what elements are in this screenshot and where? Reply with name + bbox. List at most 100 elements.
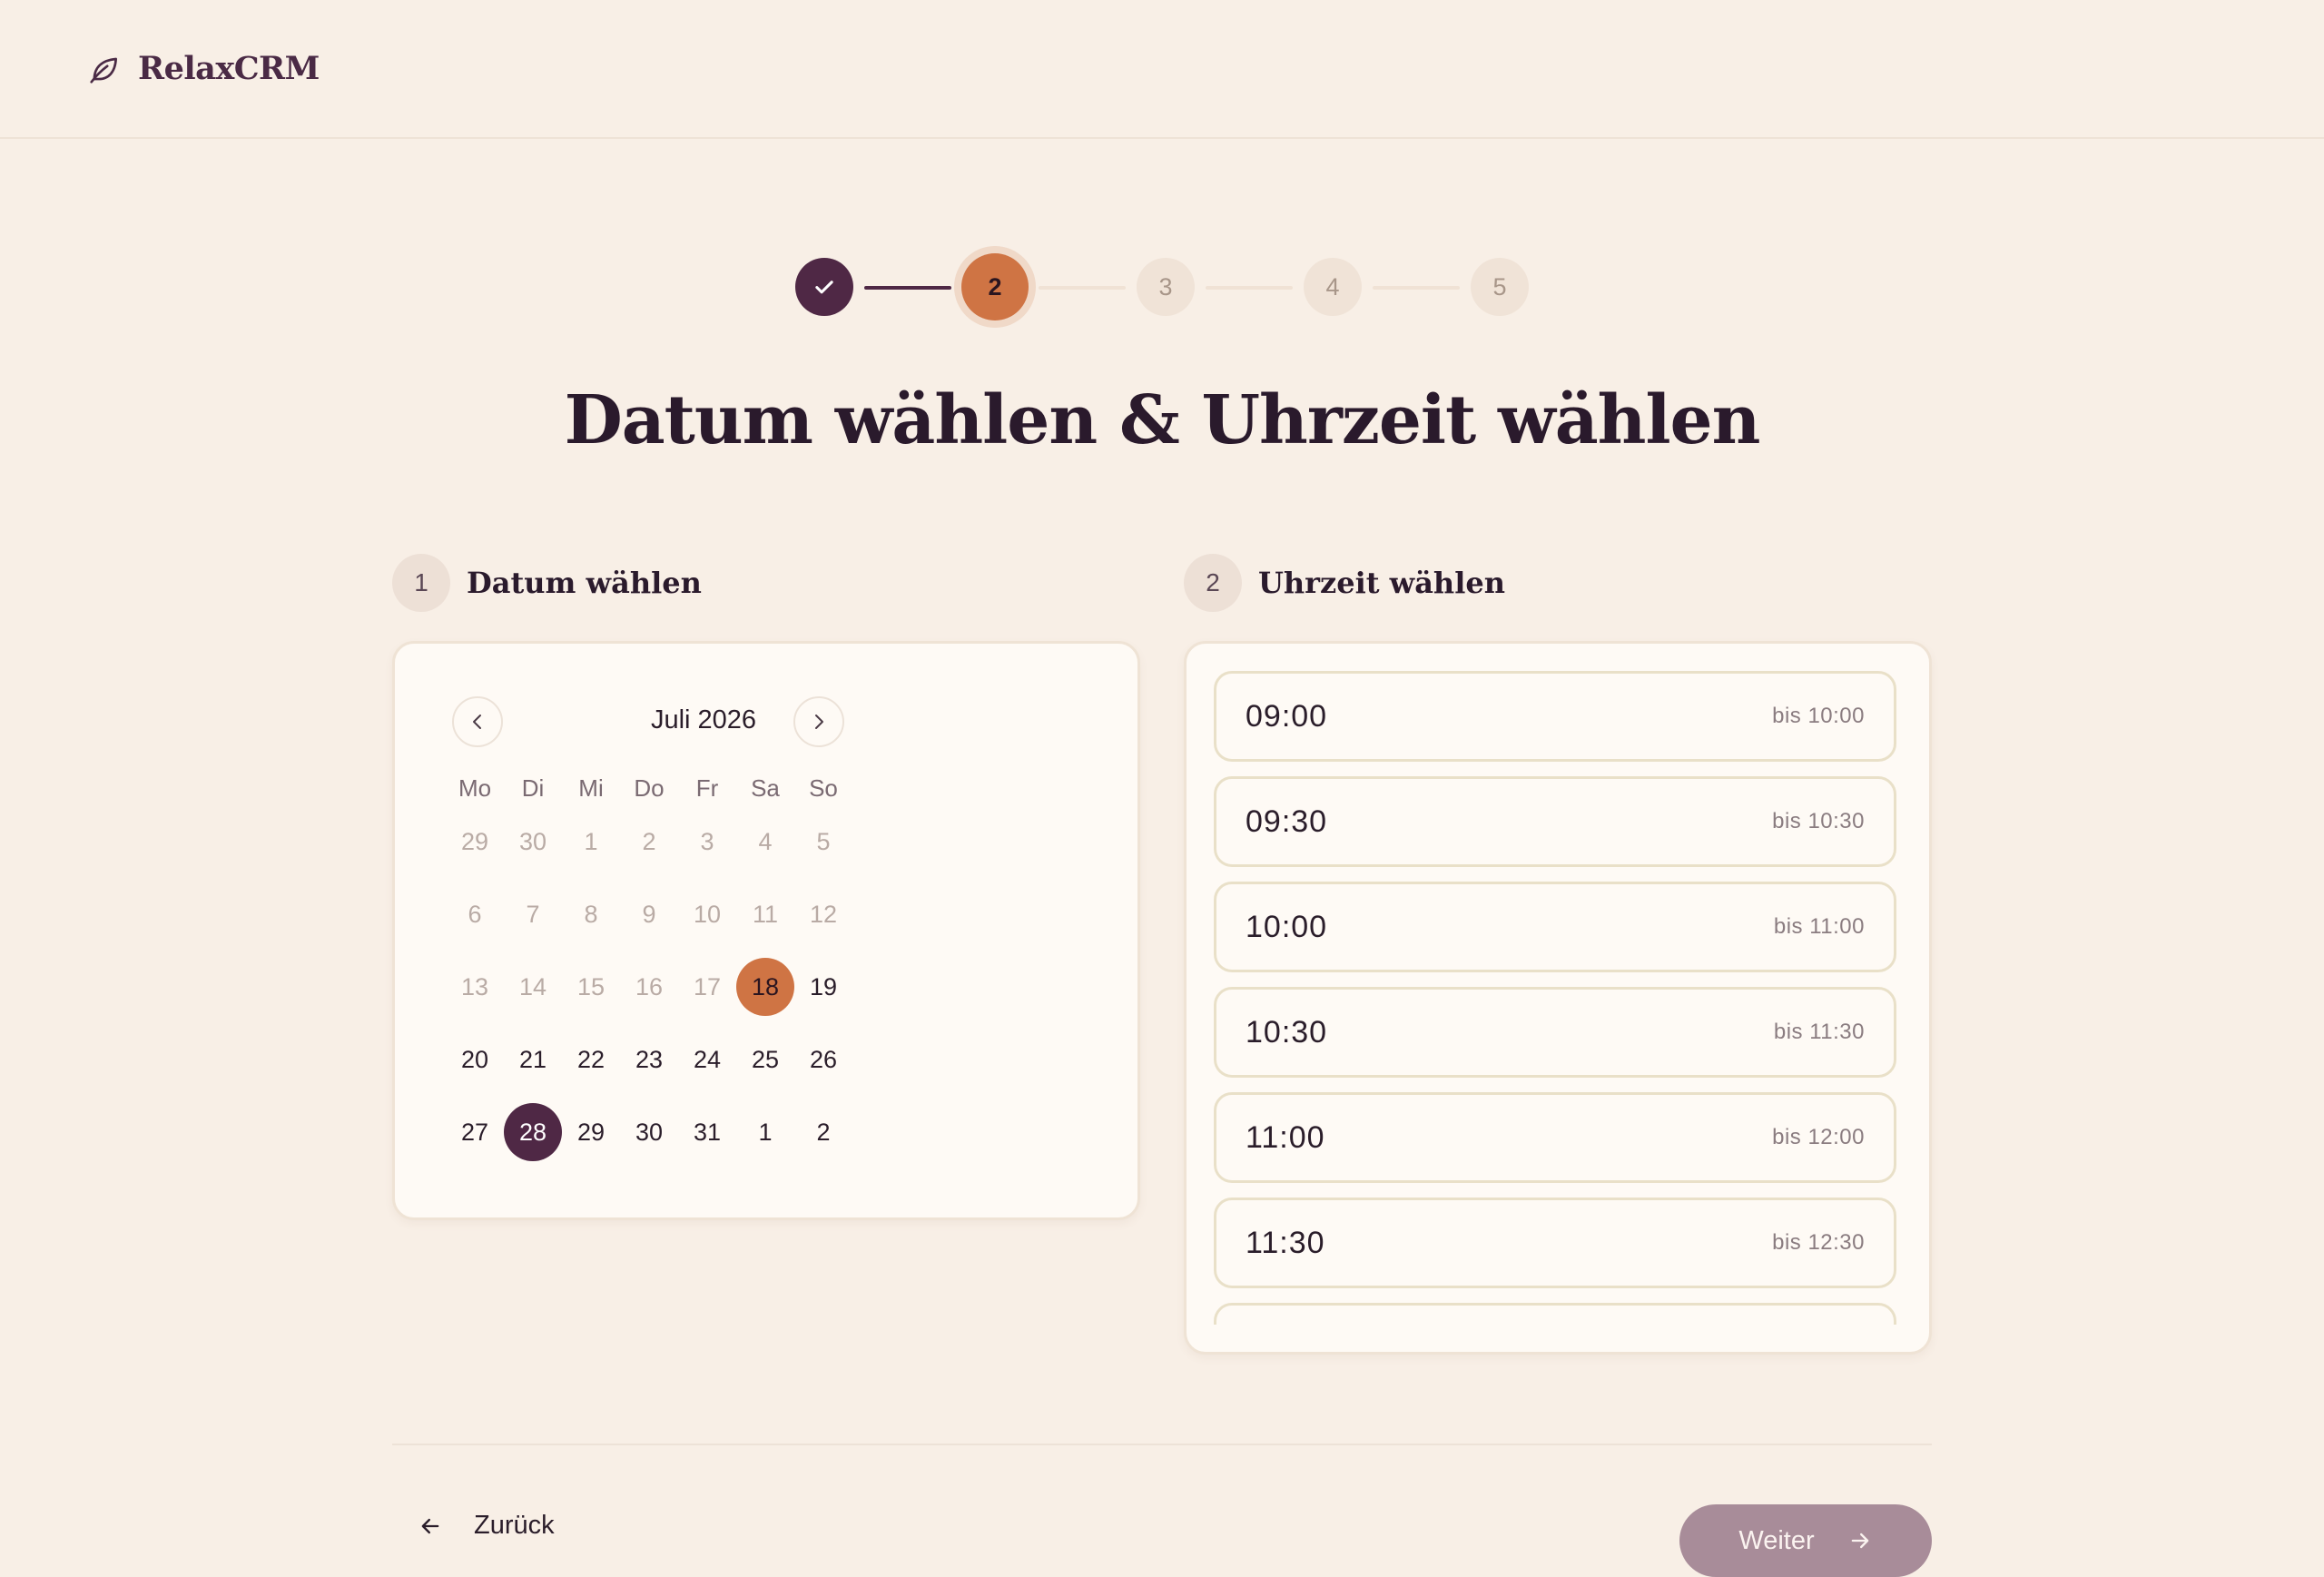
progress-stepper: 2 3 4 5 [0, 253, 2324, 320]
weekday-label: Di [521, 774, 545, 802]
time-slot-start: 09:30 [1246, 803, 1328, 839]
weekday-label: Do [634, 774, 665, 802]
brand-name: RelaxCRM [138, 50, 320, 87]
time-slot-list[interactable]: 09:00 bis 10:00 09:30 bis 10:30 10:00 bis 11:… [1214, 671, 1896, 1325]
calendar-day: 1 [584, 827, 598, 855]
step-4: 4 [1304, 258, 1362, 316]
time-slot[interactable]: 11:30 bis 12:30 [1214, 1198, 1896, 1288]
date-section-header: 1 Datum wählen [392, 554, 702, 612]
back-button-label: Zurück [474, 1511, 555, 1540]
next-button[interactable]: Weiter [1679, 1504, 1932, 1577]
time-slot-end: bis 10:30 [1772, 809, 1865, 833]
calendar-day-today[interactable]: 18 [736, 958, 794, 1016]
weekday-label: So [809, 774, 838, 802]
chevron-right-icon [815, 715, 823, 729]
arrow-right-icon [1851, 1533, 1868, 1549]
calendar-day[interactable]: 30 [620, 1103, 678, 1161]
calendar-day[interactable]: 1 [736, 1103, 794, 1161]
next-button-label: Weiter [1738, 1525, 1815, 1555]
calendar-week-row: 29 30 1 2 3 4 5 [446, 813, 852, 871]
calendar-day[interactable]: 23 [620, 1030, 678, 1089]
time-slot[interactable]: 10:00 bis 11:00 [1214, 882, 1896, 972]
section-number: 1 [392, 554, 450, 612]
step-5: 5 [1471, 258, 1529, 316]
step-1-completed[interactable] [795, 258, 853, 316]
weekday-label: Sa [751, 774, 780, 802]
time-slot-start: 09:00 [1246, 698, 1328, 734]
calendar-day[interactable]: 29 [562, 1103, 620, 1161]
calendar-day: 9 [642, 900, 656, 928]
weekday-label: Fr [695, 774, 719, 802]
time-slot-start: 11:00 [1246, 1119, 1325, 1155]
chevron-left-icon [473, 715, 481, 729]
time-slot-card: 09:00 bis 10:00 09:30 bis 10:30 10:00 bis 11:… [1184, 641, 1932, 1355]
weekday-label: Mi [578, 774, 604, 802]
time-slot-end: bis 11:00 [1773, 914, 1865, 939]
calendar-day: 8 [584, 900, 598, 928]
calendar-day: 5 [816, 827, 831, 855]
calendar-day[interactable]: 19 [794, 958, 852, 1016]
step-3: 3 [1137, 258, 1195, 316]
calendar-day[interactable]: 22 [562, 1030, 620, 1089]
section-label: Datum wählen [467, 566, 702, 600]
time-slot-end: bis 11:30 [1773, 1020, 1865, 1044]
time-slot-start: 11:30 [1246, 1225, 1325, 1260]
calendar-day: 2 [642, 827, 656, 855]
calendar-day: 10 [693, 900, 722, 928]
time-slot-end: bis 12:30 [1772, 1230, 1865, 1255]
page-title: Datum wählen & Uhrzeit wählen [564, 381, 1761, 459]
calendar-day[interactable]: 24 [678, 1030, 736, 1089]
calendar-day: 15 [576, 972, 606, 1000]
check-icon [815, 281, 833, 294]
calendar-weekday-row: Mo Di Mi Do Fr Sa So [446, 774, 852, 803]
calendar-day: 11 [752, 900, 779, 928]
time-slot[interactable]: 09:30 bis 10:30 [1214, 776, 1896, 867]
weekday-label: Mo [458, 774, 492, 802]
step-connector [1373, 286, 1460, 290]
calendar-day: 29 [460, 827, 489, 855]
calendar-card: Juli 2026 Mo Di Mi Do Fr Sa So 29 30 1 2 3 4 5… [392, 641, 1140, 1220]
time-slot[interactable] [1214, 1303, 1896, 1325]
calendar-day: 13 [460, 972, 489, 1000]
time-slot-end: bis 12:00 [1772, 1125, 1865, 1149]
calendar-day[interactable]: 20 [446, 1030, 504, 1089]
calendar-day-selected[interactable]: 28 [504, 1103, 562, 1161]
time-slot-end: bis 10:00 [1772, 704, 1865, 728]
calendar-day: 30 [518, 827, 547, 855]
brand-logo[interactable]: RelaxCRM [87, 50, 320, 87]
footer-divider [392, 1444, 1932, 1445]
calendar-day[interactable]: 31 [678, 1103, 736, 1161]
calendar-day[interactable]: 2 [794, 1103, 852, 1161]
calendar-day: 17 [693, 972, 722, 1000]
calendar-day[interactable]: 25 [736, 1030, 794, 1089]
time-slot-start: 10:00 [1246, 909, 1328, 944]
time-slot[interactable]: 09:00 bis 10:00 [1214, 671, 1896, 762]
arrow-left-icon [421, 1518, 439, 1533]
calendar-day[interactable]: 26 [794, 1030, 852, 1089]
step-connector [1206, 286, 1293, 290]
calendar-day: 12 [809, 900, 838, 928]
section-label: Uhrzeit wählen [1258, 566, 1505, 600]
time-slot-start: 10:30 [1246, 1014, 1328, 1050]
calendar-day: 16 [635, 972, 664, 1000]
section-number: 2 [1184, 554, 1242, 612]
calendar-day: 6 [468, 900, 482, 928]
step-connector [864, 286, 951, 290]
time-slot[interactable]: 10:30 bis 11:30 [1214, 987, 1896, 1078]
calendar-day: 7 [526, 900, 540, 928]
next-month-button[interactable] [793, 696, 844, 747]
calendar-day: 14 [518, 972, 547, 1000]
calendar-week-row: 6 7 8 9 10 11 12 [446, 885, 852, 943]
calendar-day: 3 [700, 827, 714, 855]
time-slot[interactable]: 11:00 bis 12:00 [1214, 1092, 1896, 1183]
step-2-current: 2 [961, 253, 1029, 320]
calendar-week-row: 20 21 22 23 24 25 26 [446, 1030, 852, 1089]
prev-month-button[interactable] [452, 696, 503, 747]
time-section-header: 2 Uhrzeit wählen [1184, 554, 1505, 612]
back-button[interactable]: Zurück [418, 1511, 555, 1541]
calendar-week-row: 27 28 29 30 31 1 2 [446, 1103, 852, 1161]
calendar-day: 4 [758, 827, 773, 855]
step-connector [1039, 286, 1126, 290]
calendar-day[interactable]: 21 [504, 1030, 562, 1089]
calendar-day[interactable]: 27 [446, 1103, 504, 1161]
